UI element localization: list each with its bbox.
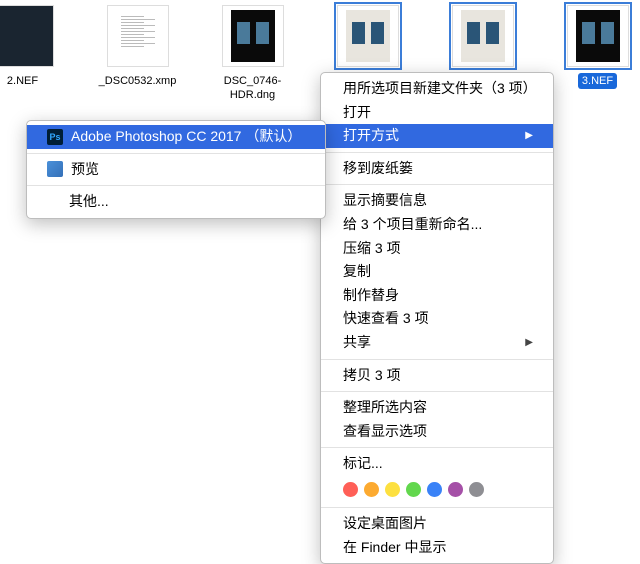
submenu-arrow-icon: ▶ <box>525 129 533 143</box>
file-item[interactable]: 2.NEF <box>0 5 65 104</box>
file-item[interactable]: 3.NEF <box>555 5 640 104</box>
submenu-preview[interactable]: 预览 <box>27 158 325 182</box>
menu-open[interactable]: 打开 <box>321 101 553 125</box>
tag-gray[interactable] <box>469 482 484 497</box>
tag-yellow[interactable] <box>385 482 400 497</box>
menu-tags-label: 标记... <box>321 452 553 476</box>
submenu-photoshop[interactable]: Ps Adobe Photoshop CC 2017 （默认） <box>27 125 325 149</box>
menu-duplicate[interactable]: 复制 <box>321 260 553 284</box>
file-thumbnail <box>107 5 169 67</box>
menu-separator <box>321 184 553 185</box>
menu-clean-up[interactable]: 整理所选内容 <box>321 396 553 420</box>
file-item[interactable]: DSC_0746- HDR.dng <box>210 5 295 104</box>
file-name: 3.NEF <box>578 73 617 89</box>
file-thumbnail <box>222 5 284 67</box>
file-thumbnail <box>567 5 629 67</box>
menu-separator <box>321 447 553 448</box>
open-with-submenu: Ps Adobe Photoshop CC 2017 （默认） 预览 其他... <box>26 120 326 219</box>
submenu-other[interactable]: 其他... <box>27 190 325 214</box>
menu-show-info[interactable]: 显示摘要信息 <box>321 189 553 213</box>
menu-open-with[interactable]: 打开方式 ▶ <box>321 124 553 148</box>
menu-separator <box>27 153 325 154</box>
tag-orange[interactable] <box>364 482 379 497</box>
menu-view-options[interactable]: 查看显示选项 <box>321 420 553 444</box>
file-thumbnail <box>0 5 54 67</box>
menu-compress[interactable]: 压缩 3 项 <box>321 237 553 261</box>
menu-show-in-finder[interactable]: 在 Finder 中显示 <box>321 536 553 560</box>
tag-green[interactable] <box>406 482 421 497</box>
menu-separator <box>321 391 553 392</box>
menu-separator <box>27 185 325 186</box>
file-item[interactable]: _DSC0532.xmp <box>95 5 180 104</box>
tag-blue[interactable] <box>427 482 442 497</box>
preview-icon <box>47 161 63 177</box>
tag-red[interactable] <box>343 482 358 497</box>
tag-colors-row <box>321 476 553 503</box>
menu-set-desktop[interactable]: 设定桌面图片 <box>321 512 553 536</box>
menu-separator <box>321 152 553 153</box>
menu-share[interactable]: 共享 ▶ <box>321 331 553 355</box>
menu-quick-look[interactable]: 快速查看 3 项 <box>321 307 553 331</box>
context-menu: 用所选项目新建文件夹（3 项） 打开 打开方式 ▶ 移到废纸篓 显示摘要信息 给… <box>320 72 554 564</box>
menu-new-folder[interactable]: 用所选项目新建文件夹（3 项） <box>321 77 553 101</box>
menu-separator <box>321 359 553 360</box>
file-name: 2.NEF <box>4 73 41 89</box>
menu-separator <box>321 507 553 508</box>
file-name: _DSC0532.xmp <box>96 73 180 89</box>
file-name: DSC_0746- HDR.dng <box>221 73 284 104</box>
menu-copy[interactable]: 拷贝 3 项 <box>321 364 553 388</box>
photoshop-icon: Ps <box>47 129 63 145</box>
menu-make-alias[interactable]: 制作替身 <box>321 284 553 308</box>
file-thumbnail <box>337 5 399 67</box>
submenu-arrow-icon: ▶ <box>525 336 533 350</box>
file-thumbnail <box>452 5 514 67</box>
tag-purple[interactable] <box>448 482 463 497</box>
menu-move-to-trash[interactable]: 移到废纸篓 <box>321 157 553 181</box>
menu-rename[interactable]: 给 3 个项目重新命名... <box>321 213 553 237</box>
